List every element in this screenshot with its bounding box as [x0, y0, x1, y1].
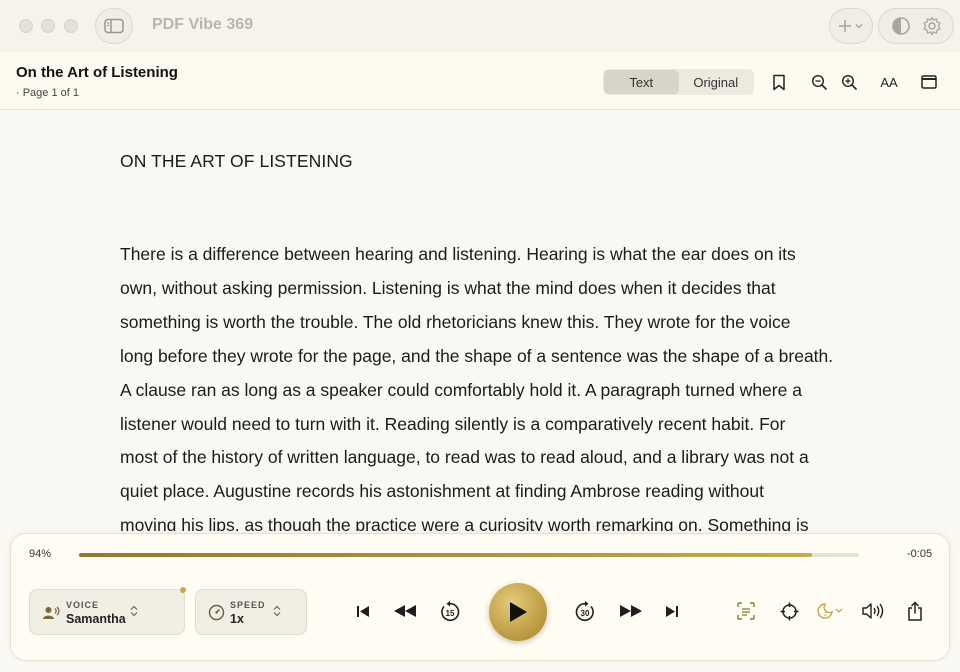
voice-icon [42, 604, 60, 627]
document-header: On the Art of Listening · Page 1 of 1 Te… [0, 52, 960, 110]
skip-back-seconds: 15 [446, 609, 455, 618]
fast-forward-icon[interactable] [617, 601, 645, 621]
bookmark-icon[interactable] [769, 72, 789, 92]
speed-value: 1x [230, 612, 244, 626]
text-line: moving his lips, as though the practice … [120, 515, 809, 531]
text-size-label: AA [880, 74, 898, 90]
text-line: most of the history of written language,… [120, 447, 809, 468]
tab-text[interactable]: Text [604, 70, 679, 94]
sleep-timer-icon[interactable]: z [816, 601, 844, 621]
skip-forward-seconds: 30 [581, 609, 590, 618]
text-size-button[interactable]: AA [878, 72, 900, 92]
text-line: long before they wrote for the page, and… [120, 345, 834, 366]
progress-fill [79, 553, 813, 557]
view-mode-switch: Text Original [603, 69, 754, 95]
document-title: On the Art of Listening [16, 64, 178, 81]
speedometer-icon [208, 604, 225, 626]
voice-label: VOICE [66, 600, 100, 610]
add-button[interactable] [829, 8, 873, 44]
voice-value: Samantha [66, 612, 126, 626]
minimize-window-button[interactable] [41, 19, 55, 33]
volume-icon[interactable] [861, 601, 885, 621]
crosshair-icon[interactable] [779, 601, 799, 621]
tab-original[interactable]: Original [679, 70, 754, 94]
rewind-icon[interactable] [391, 601, 419, 621]
close-window-button[interactable] [19, 19, 33, 33]
document-body: There is a difference between hearing an… [120, 238, 842, 531]
sidebar-icon [104, 18, 124, 34]
text-line: There is a difference between hearing an… [120, 244, 796, 264]
chevron-updown-icon [273, 605, 281, 619]
text-scan-icon[interactable] [736, 601, 756, 621]
next-icon[interactable] [662, 601, 682, 621]
zoom-in-icon[interactable] [839, 72, 859, 92]
previous-icon[interactable] [353, 601, 373, 621]
share-icon[interactable] [905, 600, 925, 622]
text-line: listener would need to turn with it. Rea… [120, 413, 786, 434]
contrast-icon[interactable] [891, 16, 911, 36]
voice-selector[interactable]: VOICE Samantha [29, 589, 185, 635]
skip-forward-30-button[interactable]: 30 [573, 600, 597, 624]
text-line: something is worth the trouble. The old … [120, 311, 791, 332]
progress-percent: 94% [29, 548, 52, 560]
time-remaining: -0:05 [907, 548, 933, 560]
title-bar: PDF Vibe 369 [0, 0, 960, 52]
skip-back-15-button[interactable]: 15 [438, 600, 462, 624]
text-line: quiet place. Augustine records his aston… [120, 481, 764, 502]
progress-bar[interactable] [79, 553, 859, 557]
svg-text:z: z [824, 612, 827, 618]
sidebar-toggle-button[interactable] [95, 8, 133, 44]
voice-indicator-dot [180, 587, 186, 593]
app-title: PDF Vibe 369 [152, 16, 254, 33]
play-icon [510, 602, 527, 622]
zoom-window-button[interactable] [64, 19, 78, 33]
text-line: A clause ran as long as a speaker could … [120, 379, 802, 400]
audio-player: 94% -0:05 VOICE Samantha SPEED 1x 15 30 … [10, 533, 950, 661]
reader-content: ON THE ART OF LISTENING There is a diffe… [0, 111, 960, 531]
document-heading: ON THE ART OF LISTENING [120, 151, 353, 171]
page-indicator: · Page 1 of 1 [16, 87, 79, 99]
window-icon[interactable] [919, 72, 939, 92]
view-controls [878, 8, 954, 44]
plus-icon [837, 18, 865, 34]
speed-selector[interactable]: SPEED 1x [195, 589, 307, 635]
chevron-updown-icon [130, 605, 138, 619]
gear-icon[interactable] [922, 16, 942, 36]
play-button[interactable] [489, 583, 547, 641]
text-line: own, without asking permission. Listenin… [120, 277, 776, 298]
zoom-out-icon[interactable] [809, 72, 829, 92]
speed-label: SPEED [230, 600, 266, 610]
